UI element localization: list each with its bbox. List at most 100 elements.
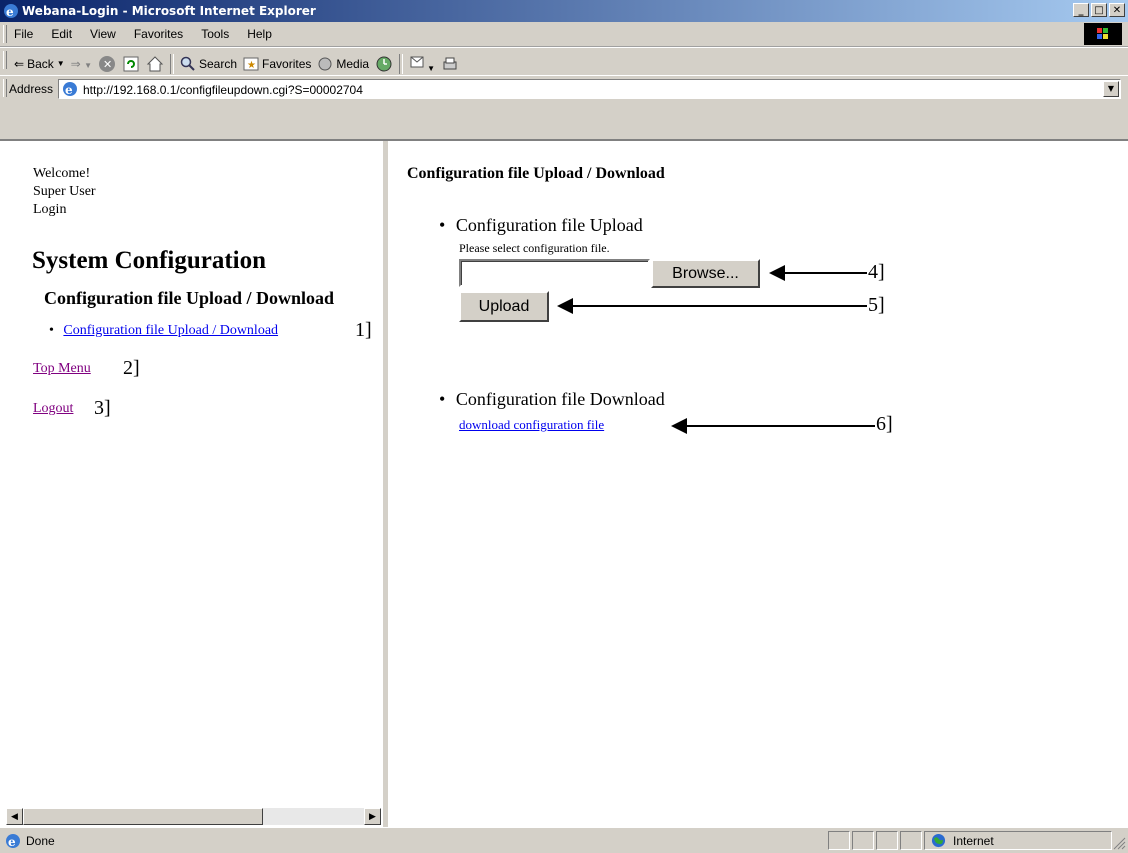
standard-toolbar: ⇐ Back ▼ ⇒ ▼ ✕ Search ★ Favorites Media — [0, 47, 1128, 76]
address-label: Address — [9, 82, 54, 96]
search-icon — [180, 56, 195, 71]
horizontal-scrollbar[interactable]: ◀ ▶ — [6, 808, 381, 825]
annotation-1: 1] — [355, 319, 372, 341]
welcome-text: Welcome! — [33, 166, 91, 181]
right-frame: Configuration file Upload / Download • C… — [389, 141, 1128, 827]
print-icon[interactable] — [441, 55, 459, 73]
media-icon — [318, 57, 332, 70]
back-button[interactable]: ⇐ Back ▼ — [14, 57, 65, 71]
ie-app-icon: e — [4, 4, 18, 19]
section-subheading: Configuration file Upload / Download — [44, 288, 335, 308]
address-dropdown-button[interactable]: ▼ — [1103, 81, 1119, 97]
home-icon[interactable] — [146, 55, 164, 73]
svg-text:✕: ✕ — [103, 58, 112, 71]
mail-button[interactable]: ▼ — [409, 53, 435, 74]
back-label: Back — [27, 56, 54, 71]
scroll-right-button[interactable]: ▶ — [364, 808, 381, 825]
mail-icon — [410, 56, 424, 68]
upload-section: • Configuration file Upload — [439, 215, 643, 236]
svg-text:e: e — [65, 83, 73, 97]
toolbar-spacer — [0, 101, 1128, 139]
download-section: • Configuration file Download — [439, 389, 665, 410]
address-url: http://192.168.0.1/configfileupdown.cgi?… — [83, 83, 363, 97]
search-label: Search — [198, 56, 238, 71]
svg-text:e: e — [8, 835, 16, 849]
toolbar-grip — [3, 51, 7, 69]
addressbar-grip — [3, 79, 7, 97]
address-bar: Address e http://192.168.0.1/configfileu… — [0, 75, 1128, 103]
status-panel — [900, 831, 922, 850]
address-input[interactable]: e http://192.168.0.1/configfileupdown.cg… — [58, 79, 1121, 99]
menu-view[interactable]: View — [88, 27, 118, 41]
back-arrow-icon: ⇐ — [14, 56, 25, 71]
menu-favorites[interactable]: Favorites — [132, 27, 185, 41]
scroll-left-button[interactable]: ◀ — [6, 808, 23, 825]
top-menu-link[interactable]: Top Menu — [33, 361, 91, 377]
login-text: Login — [33, 202, 67, 217]
file-path-input[interactable] — [459, 259, 650, 287]
annotation-2: 2] — [123, 357, 140, 379]
page-title: Configuration file Upload / Download — [407, 165, 665, 182]
upload-button[interactable]: Upload — [459, 291, 549, 322]
annotation-arrow-5 — [557, 298, 867, 314]
media-label: Media — [336, 56, 370, 71]
favorites-label: Favorites — [262, 56, 312, 71]
resize-grip-icon[interactable] — [1112, 836, 1126, 850]
window-title: Webana-Login - Microsoft Internet Explor… — [22, 4, 316, 18]
menu-bar: File Edit View Favorites Tools Help — [0, 22, 1128, 47]
bullet: • — [439, 215, 446, 235]
download-configuration-link[interactable]: download configuration file — [459, 417, 604, 433]
zone-label: Internet — [953, 834, 994, 848]
status-bar: e Done Internet — [0, 827, 1128, 853]
maximize-button[interactable]: □ — [1091, 3, 1107, 17]
annotation-5: 5] — [868, 294, 885, 316]
page-content: Welcome! Super User Login System Configu… — [0, 139, 1128, 827]
annotation-arrow-4 — [769, 265, 867, 281]
title-bar: e Webana-Login - Microsoft Internet Expl… — [0, 0, 1128, 22]
menu-tools[interactable]: Tools — [199, 27, 231, 41]
bullet: • — [439, 389, 446, 409]
download-heading: Configuration file Download — [455, 389, 665, 409]
bullet: • — [49, 323, 54, 338]
status-panel — [876, 831, 898, 850]
status-text: Done — [26, 834, 55, 848]
user-text: Super User — [33, 184, 96, 199]
upload-heading: Configuration file Upload — [455, 215, 643, 235]
menubar-grip — [3, 25, 7, 43]
left-frame: Welcome! Super User Login System Configu… — [0, 141, 384, 827]
browse-button[interactable]: Browse... — [651, 259, 760, 288]
chevron-down-icon: ▼ — [56, 59, 65, 68]
annotation-4: 4] — [868, 261, 885, 283]
svg-text:★: ★ — [247, 60, 256, 71]
left-list-item: • Configuration file Upload / Download — [49, 323, 278, 339]
system-configuration-heading: System Configuration — [32, 247, 267, 274]
globe-icon — [931, 833, 946, 848]
history-icon[interactable] — [375, 55, 393, 73]
stop-icon[interactable]: ✕ — [98, 55, 116, 73]
close-button[interactable]: ✕ — [1109, 3, 1125, 17]
scroll-thumb[interactable] — [23, 808, 263, 825]
refresh-icon[interactable] — [122, 55, 140, 73]
media-button[interactable]: Media — [317, 56, 369, 72]
windows-logo-icon — [1084, 23, 1122, 45]
search-button[interactable]: Search — [180, 56, 237, 72]
status-panel — [828, 831, 850, 850]
config-upload-download-link[interactable]: Configuration file Upload / Download — [63, 323, 278, 338]
svg-text:e: e — [6, 5, 14, 19]
annotation-6: 6] — [876, 413, 893, 435]
status-panel — [852, 831, 874, 850]
security-zone-panel: Internet — [924, 831, 1112, 850]
page-icon: e — [63, 82, 77, 97]
annotation-arrow-6 — [671, 418, 875, 434]
menu-help[interactable]: Help — [245, 27, 274, 41]
annotation-3: 3] — [94, 397, 111, 419]
browser-window: e Webana-Login - Microsoft Internet Expl… — [0, 0, 1128, 853]
upload-hint: Please select configuration file. — [459, 241, 610, 255]
minimize-button[interactable]: _ — [1073, 3, 1089, 17]
forward-button[interactable]: ⇒ ▼ — [71, 57, 92, 71]
favorites-button[interactable]: ★ Favorites — [243, 56, 311, 72]
page-done-icon: e — [6, 834, 20, 849]
logout-link[interactable]: Logout — [33, 401, 73, 417]
menu-edit[interactable]: Edit — [49, 27, 74, 41]
menu-file[interactable]: File — [12, 27, 35, 41]
